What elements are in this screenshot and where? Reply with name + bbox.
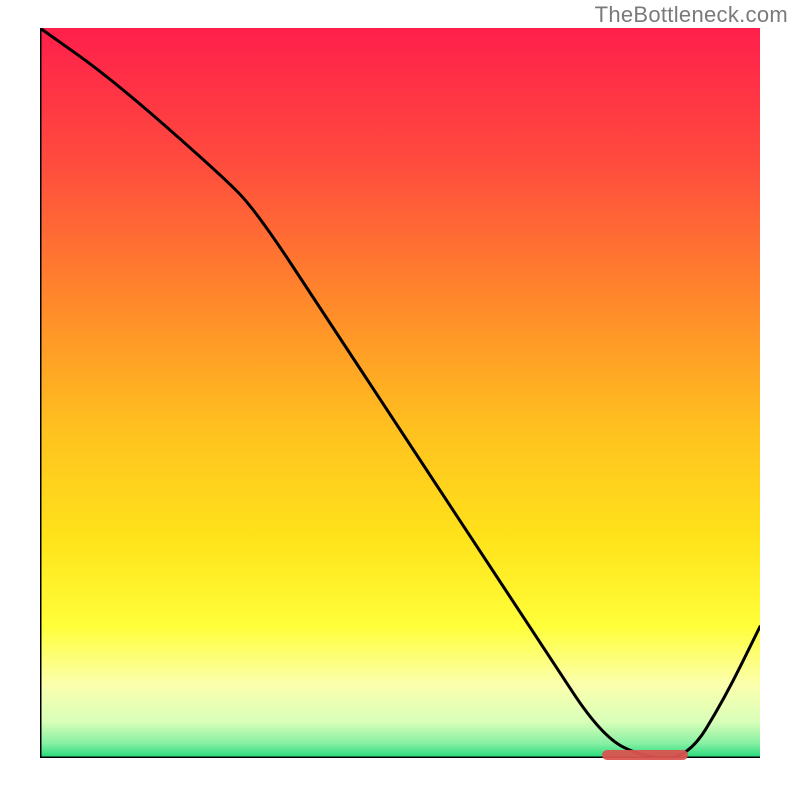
chart-container: TheBottleneck.com <box>0 0 800 800</box>
attribution-text: TheBottleneck.com <box>595 2 788 28</box>
gradient-background <box>40 28 760 758</box>
optimal-range-marker <box>602 750 688 760</box>
plot-area <box>40 28 760 758</box>
